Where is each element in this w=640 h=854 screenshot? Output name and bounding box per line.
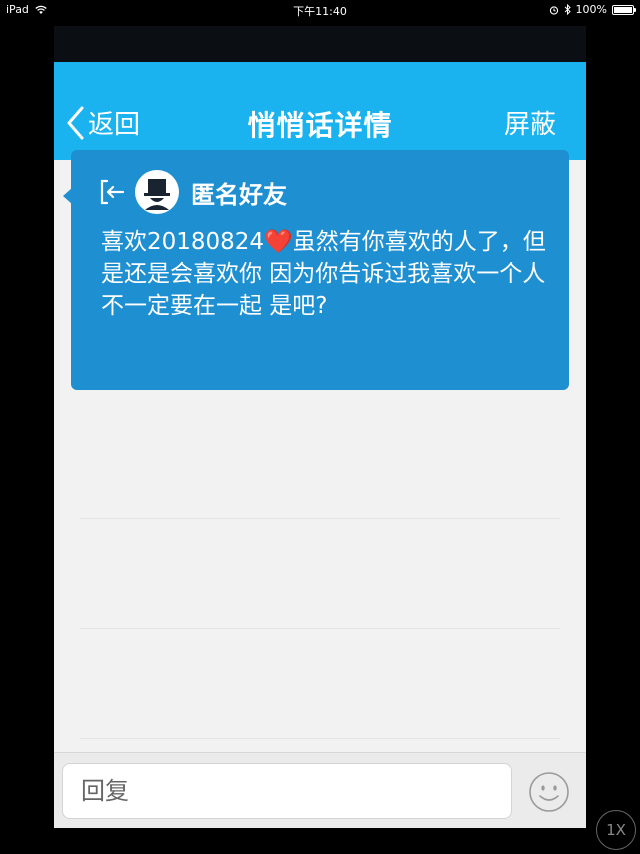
message-text: 喜欢20180824❤️虽然有你喜欢的人了，但是还是会喜欢你 因为你告诉过我喜欢…: [101, 229, 546, 319]
status-right: 100%: [549, 3, 636, 16]
battery-fill: [614, 6, 632, 13]
message-header: 匿名好友: [97, 170, 287, 214]
bluetooth-icon: [564, 4, 571, 15]
exit-arrow-icon: [100, 179, 125, 205]
status-bar: iPad 下午11:40 100%: [0, 0, 640, 20]
block-button[interactable]: 屏蔽: [504, 104, 556, 141]
app-window: 返回 悄悄话详情 屏蔽 匿名好友 喜欢20180824❤️虽然有你喜欢的人了，但…: [54, 26, 586, 828]
sender-name: 匿名好友: [191, 180, 287, 209]
app-top-band: [54, 26, 586, 62]
status-time: 下午11:40: [293, 5, 347, 18]
battery-icon: [612, 4, 636, 15]
message-card: 匿名好友 喜欢20180824❤️虽然有你喜欢的人了，但是还是会喜欢你 因为你告…: [63, 150, 569, 390]
navigation-bar: 返回 悄悄话详情 屏蔽: [54, 62, 586, 160]
card-tail: [63, 188, 72, 204]
zoom-badge[interactable]: 1X: [596, 810, 636, 850]
divider: [80, 518, 560, 519]
divider: [80, 628, 560, 629]
reply-input[interactable]: [62, 763, 512, 819]
reply-bar: [54, 752, 586, 828]
smiley-icon[interactable]: [528, 771, 570, 813]
battery-percent: 100%: [575, 3, 607, 16]
divider: [80, 738, 560, 739]
anonymous-avatar-icon: [135, 170, 179, 214]
alarm-icon: [549, 5, 558, 15]
